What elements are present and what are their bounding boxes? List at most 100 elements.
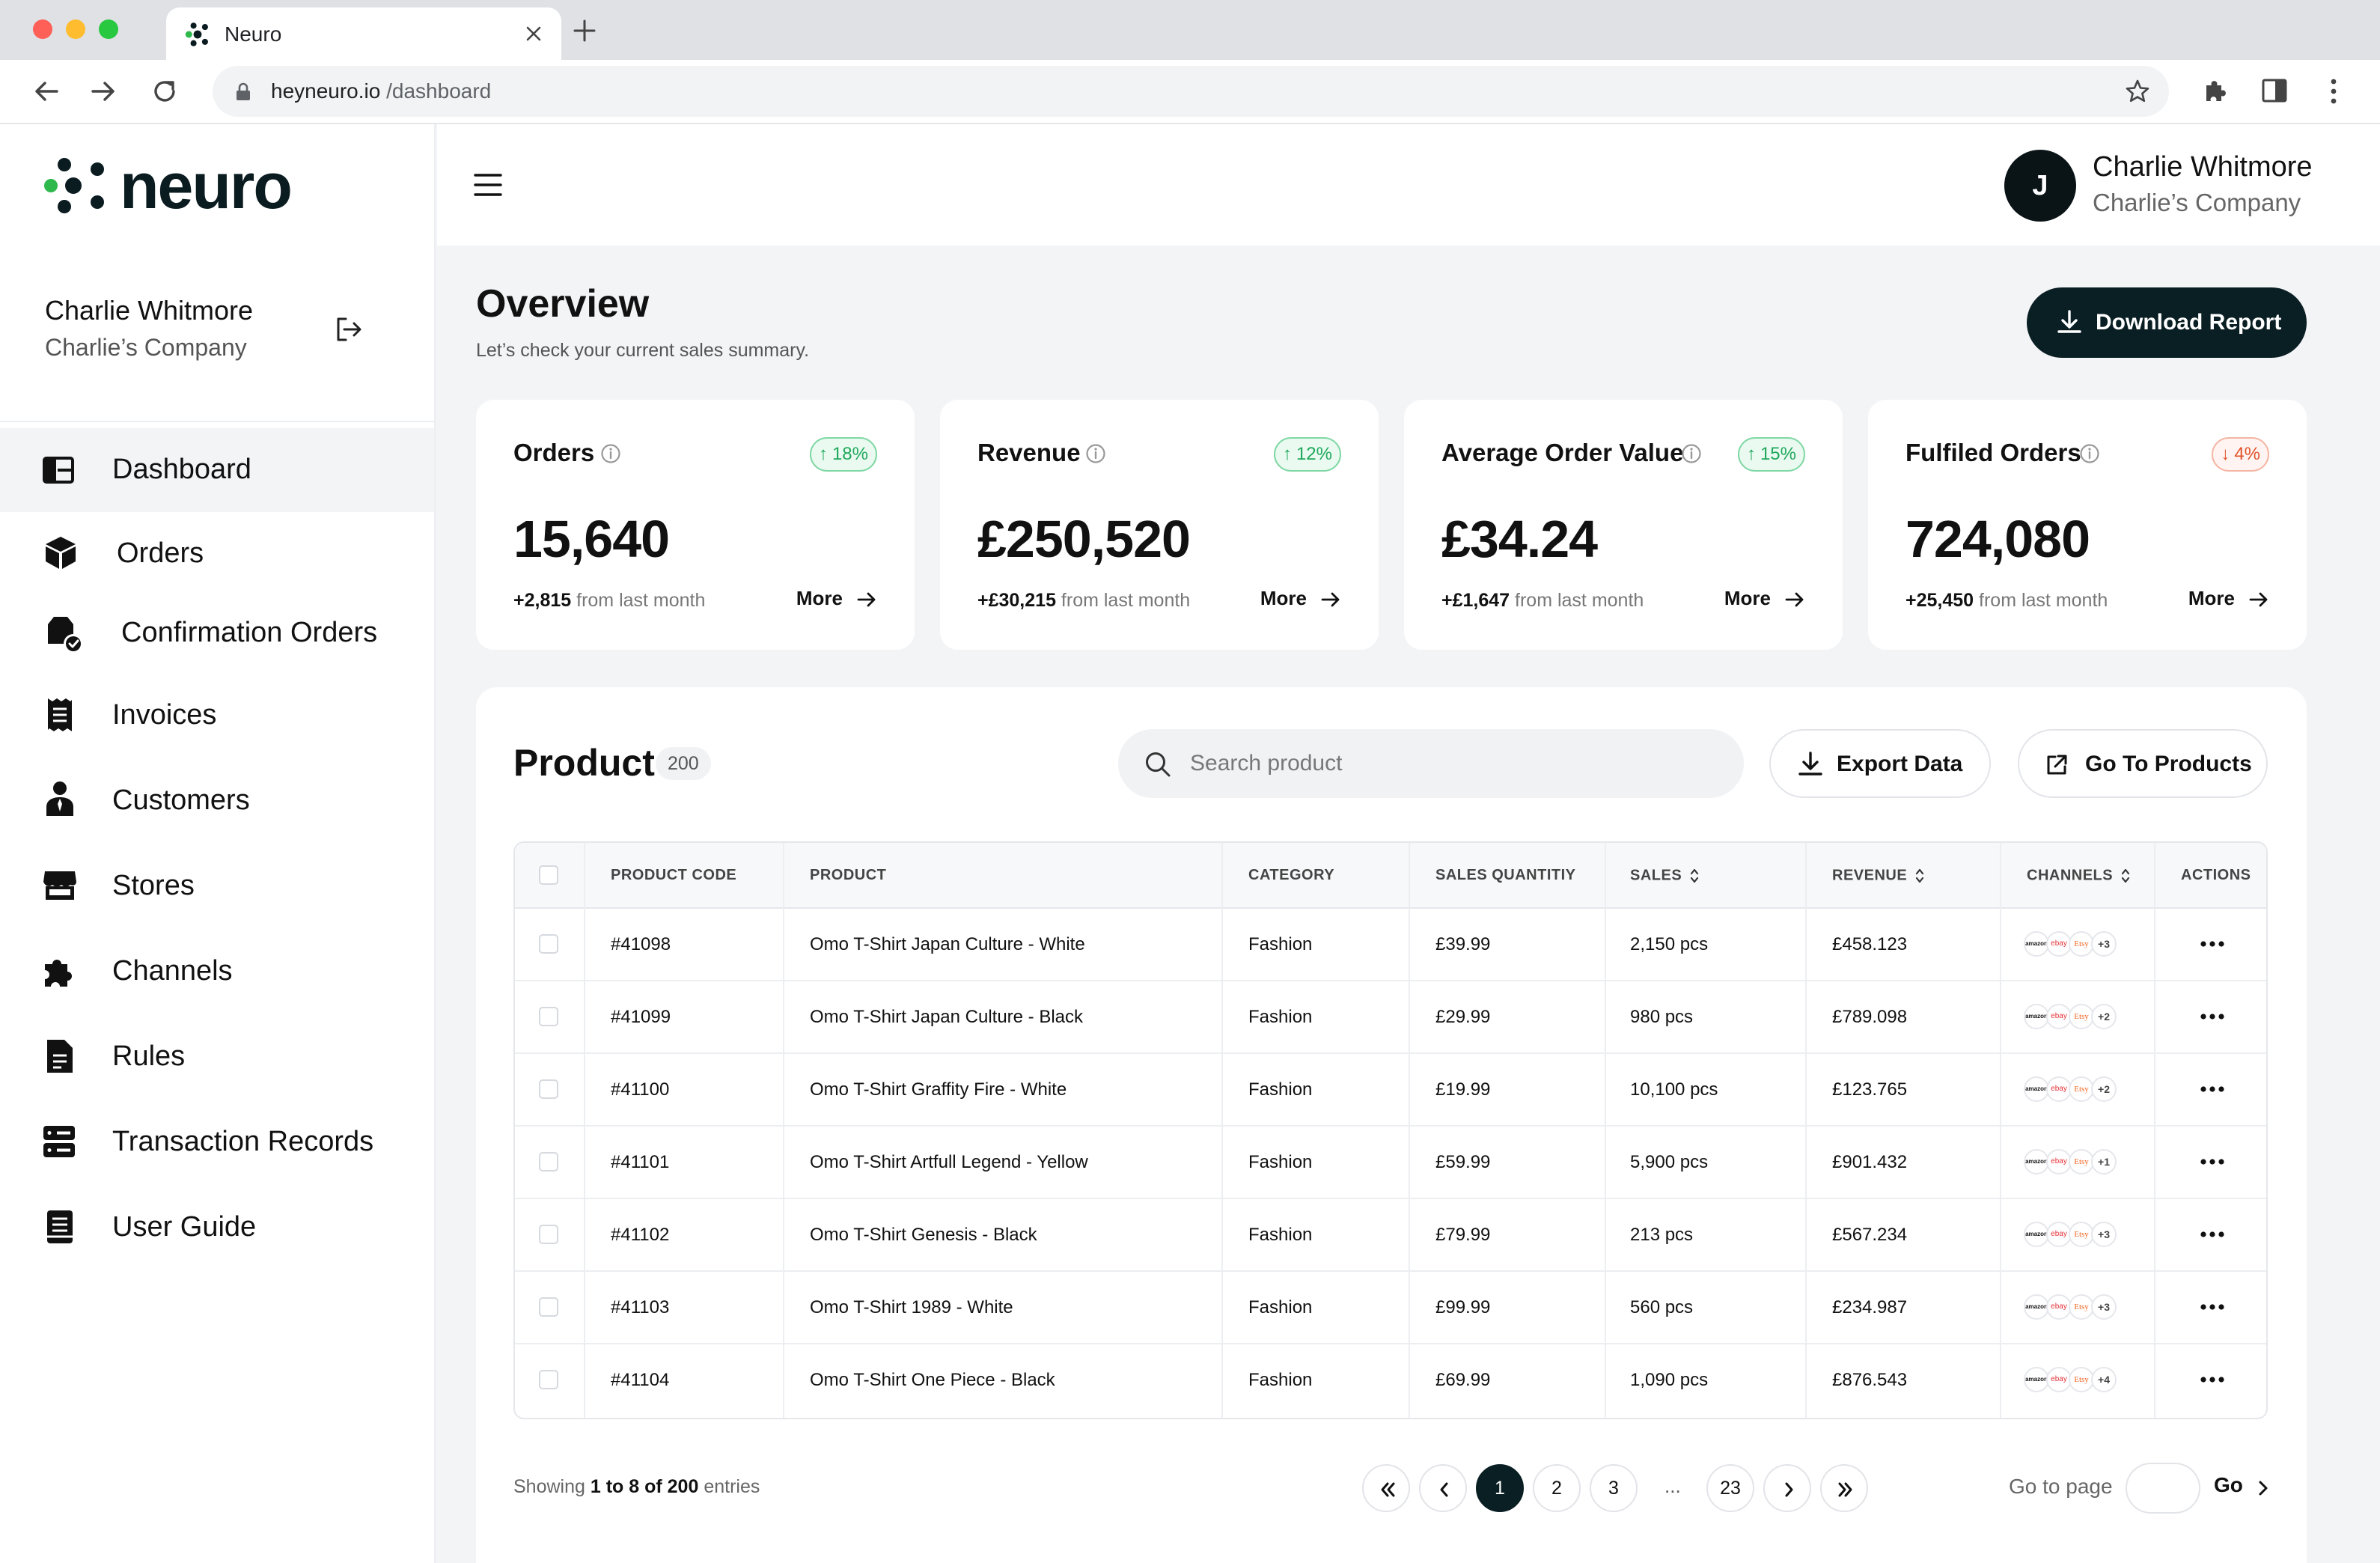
sidebar-item-orders[interactable]: Orders — [0, 512, 434, 596]
table-row[interactable]: #41098 Omo T-Shirt Japan Culture - White F… — [515, 909, 2266, 981]
box-icon — [43, 534, 78, 570]
page-button-1[interactable]: 1 — [1476, 1464, 1524, 1512]
table-row[interactable]: #41102 Omo T-Shirt Genesis - Black Fashion… — [515, 1199, 2266, 1272]
sidebar-item-dashboard[interactable]: Dashboard — [0, 428, 434, 512]
avatar[interactable]: J — [2004, 150, 2076, 222]
header-user-name[interactable]: Charlie Whitmore — [2093, 151, 2313, 183]
row-checkbox[interactable] — [539, 1225, 558, 1244]
search-input[interactable] — [1190, 729, 1714, 798]
forward-arrow-icon[interactable] — [88, 76, 118, 106]
info-icon[interactable] — [1085, 443, 1106, 464]
etsy-logo-icon: Etsy — [2069, 1076, 2094, 1102]
arrow-right-icon[interactable] — [1784, 590, 1805, 609]
sidebar-item-stores[interactable]: Stores — [0, 844, 434, 928]
logout-icon[interactable] — [332, 313, 365, 346]
row-actions-icon[interactable] — [2199, 1302, 2226, 1312]
neuro-favicon-icon — [184, 21, 211, 48]
sidebar-item-user-guide[interactable]: User Guide — [0, 1186, 434, 1270]
sort-icon[interactable] — [2120, 867, 2131, 885]
row-actions-icon[interactable] — [2199, 939, 2226, 949]
sidebar-item-rules[interactable]: Rules — [0, 1015, 434, 1099]
sidebar-item-confirmation-orders[interactable]: Confirmation Orders — [0, 591, 434, 675]
column-header-sales[interactable]: SALES — [1630, 867, 1700, 885]
select-all-checkbox[interactable] — [539, 865, 558, 885]
table-row[interactable]: #41100 Omo T-Shirt Graffity Fire - White F… — [515, 1054, 2266, 1127]
back-arrow-icon[interactable] — [31, 76, 61, 106]
sidebar-item-invoices[interactable]: Invoices — [0, 674, 434, 758]
stat-more-link[interactable]: More — [796, 587, 843, 610]
more-channels-badge[interactable]: +2 — [2091, 1004, 2117, 1029]
row-actions-icon[interactable] — [2199, 1157, 2226, 1167]
sidebar-item-label: Channels — [112, 955, 233, 987]
info-icon[interactable] — [600, 443, 621, 464]
reload-icon[interactable] — [150, 76, 180, 106]
browser-menu-icon[interactable] — [2320, 76, 2347, 106]
column-header-channels[interactable]: CHANNELS — [2027, 867, 2131, 885]
arrow-right-icon[interactable] — [856, 590, 877, 609]
page-button-3[interactable]: 3 — [1590, 1464, 1638, 1512]
sidebar-item-transaction-records[interactable]: Transaction Records — [0, 1100, 434, 1184]
info-icon[interactable] — [2079, 443, 2100, 464]
window-close-button[interactable] — [33, 19, 52, 39]
browser-tab[interactable]: Neuro — [166, 7, 561, 60]
last-page-button[interactable] — [1820, 1464, 1868, 1512]
sidepanel-icon[interactable] — [2260, 76, 2289, 105]
row-actions-icon[interactable] — [2199, 1229, 2226, 1240]
stat-more-link[interactable]: More — [1260, 587, 1307, 610]
extensions-puzzle-icon[interactable] — [2200, 76, 2230, 106]
column-header-revenue[interactable]: REVENUE — [1832, 867, 1925, 885]
export-data-button[interactable]: Export Data — [1769, 729, 1991, 798]
stat-card-fulfiled-orders: Fulfiled Orders ↓ 4% 724,080 +25,450 from… — [1868, 400, 2307, 650]
go-button[interactable]: Go — [2214, 1473, 2243, 1497]
product-search[interactable] — [1118, 729, 1744, 798]
go-to-products-button[interactable]: Go To Products — [2018, 729, 2268, 798]
row-checkbox[interactable] — [539, 1007, 558, 1026]
sidebar-item-channels[interactable]: Channels — [0, 930, 434, 1014]
row-checkbox[interactable] — [539, 1079, 558, 1099]
page-button-last[interactable]: 23 — [1706, 1464, 1754, 1512]
row-checkbox[interactable] — [539, 934, 558, 954]
row-actions-icon[interactable] — [2199, 1374, 2226, 1385]
page-subtitle: Let’s check your current sales summary. — [476, 340, 810, 361]
row-checkbox[interactable] — [539, 1152, 558, 1172]
info-icon[interactable] — [1681, 443, 1702, 464]
table-row[interactable]: #41101 Omo T-Shirt Artfull Legend - Yello… — [515, 1127, 2266, 1199]
sort-icon[interactable] — [1914, 867, 1925, 885]
chevron-right-icon[interactable] — [2256, 1479, 2271, 1497]
download-report-button[interactable]: Download Report — [2027, 287, 2307, 358]
row-actions-icon[interactable] — [2199, 1084, 2226, 1094]
url-text: heyneuro.io /dashboard — [271, 79, 492, 103]
more-channels-badge[interactable]: +2 — [2091, 1076, 2117, 1102]
new-tab-icon[interactable] — [572, 18, 597, 43]
window-minimize-button[interactable] — [66, 19, 85, 39]
table-row[interactable]: #41099 Omo T-Shirt Japan Culture - Black F… — [515, 981, 2266, 1054]
next-page-button[interactable] — [1763, 1464, 1811, 1512]
first-page-button[interactable] — [1362, 1464, 1410, 1512]
stat-more-link[interactable]: More — [2188, 587, 2235, 610]
window-maximize-button[interactable] — [99, 19, 118, 39]
arrow-right-icon[interactable] — [2248, 590, 2269, 609]
hamburger-menu-icon[interactable] — [473, 172, 503, 198]
sidebar-item-customers[interactable]: Customers — [0, 759, 434, 843]
more-channels-badge[interactable]: +1 — [2091, 1149, 2117, 1174]
more-channels-badge[interactable]: +3 — [2091, 1294, 2117, 1320]
stat-more-link[interactable]: More — [1724, 587, 1771, 610]
more-channels-badge[interactable]: +4 — [2091, 1367, 2117, 1392]
previous-page-button[interactable] — [1419, 1464, 1467, 1512]
table-row[interactable]: #41104 Omo T-Shirt One Piece - Black Fashi… — [515, 1344, 2266, 1417]
arrow-right-icon[interactable] — [1320, 590, 1341, 609]
sales-quantity: £29.99 — [1435, 1007, 1491, 1027]
page-button-2[interactable]: 2 — [1533, 1464, 1581, 1512]
sort-icon[interactable] — [1689, 867, 1700, 885]
more-channels-badge[interactable]: +3 — [2091, 1222, 2117, 1247]
row-actions-icon[interactable] — [2199, 1011, 2226, 1022]
sales: 2,150 pcs — [1630, 934, 1709, 954]
row-checkbox[interactable] — [539, 1297, 558, 1317]
tab-close-icon[interactable] — [524, 24, 543, 43]
more-channels-badge[interactable]: +3 — [2091, 931, 2117, 957]
url-bar[interactable]: heyneuro.io /dashboard — [213, 66, 2169, 117]
table-row[interactable]: #41103 Omo T-Shirt 1989 - White Fashion £99… — [515, 1272, 2266, 1344]
go-to-page-input[interactable] — [2126, 1463, 2200, 1514]
bookmark-star-icon[interactable] — [2124, 78, 2151, 105]
row-checkbox[interactable] — [539, 1370, 558, 1389]
